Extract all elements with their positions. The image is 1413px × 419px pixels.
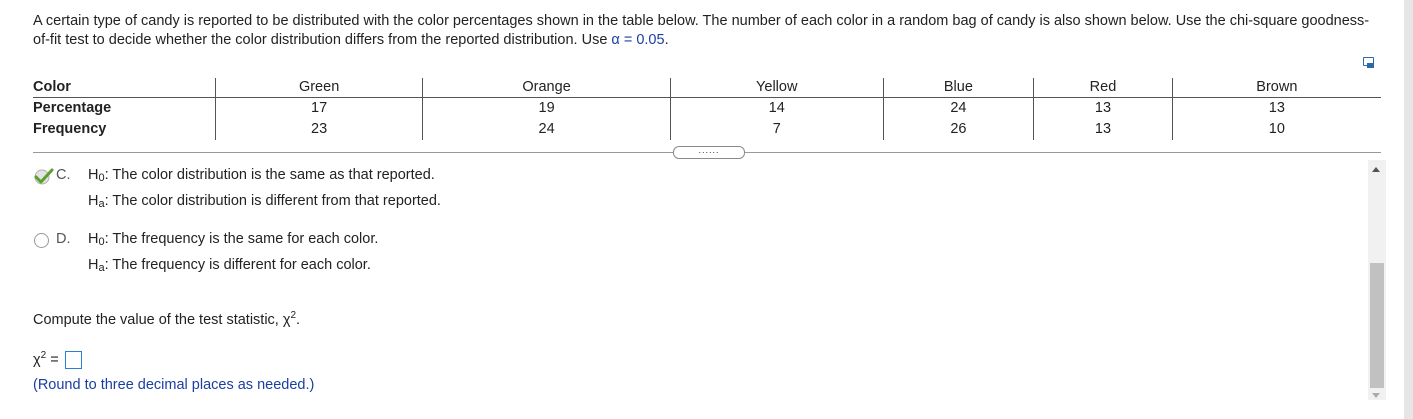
option-letter: D. <box>56 231 71 247</box>
row-header-percentage: Percentage <box>33 100 112 116</box>
window-edge <box>1404 0 1413 419</box>
alpha-value: α = 0.05 <box>611 32 665 48</box>
data-table: Color Green Orange Yellow Blue Red Brown… <box>33 78 1381 140</box>
scroll-up-icon[interactable] <box>1372 167 1380 172</box>
correct-check-icon <box>33 167 55 187</box>
scroll-down-icon[interactable] <box>1372 393 1380 398</box>
null-hypothesis: H0: The frequency is the same for each c… <box>88 231 379 248</box>
h-symbol: H <box>88 167 99 183</box>
alternative-hypothesis: Ha: The color distribution is different … <box>88 193 441 210</box>
frequency-cell: 13 <box>1033 119 1173 140</box>
h-subscript: a <box>98 198 105 210</box>
row-header-color: Color <box>33 78 216 98</box>
color-cell: Blue <box>882 78 1034 98</box>
compute-prompt: Compute the value of the test statistic,… <box>33 310 300 328</box>
chi-symbol: χ <box>33 351 41 368</box>
hypothesis-text: : The color distribution is different fr… <box>104 193 441 209</box>
h-symbol: H <box>88 231 99 247</box>
equals-sign: = <box>46 351 59 368</box>
problem-period: . <box>664 32 669 48</box>
option-d[interactable]: D. H0: The frequency is the same for eac… <box>33 231 633 281</box>
null-hypothesis: H0: The color distribution is the same a… <box>88 167 435 184</box>
problem-text: A certain type of candy is reported to b… <box>33 13 1370 48</box>
option-c[interactable]: C. H0: The color distribution is the sam… <box>33 167 633 217</box>
h-subscript: 0 <box>98 236 105 248</box>
answer-input[interactable] <box>64 351 82 369</box>
h-subscript: a <box>98 262 105 274</box>
table-row-percentage: Percentage 17 19 14 24 13 13 <box>33 97 1381 119</box>
option-letter: C. <box>56 167 71 183</box>
answer-row: χ2 = <box>33 350 82 369</box>
color-cell: Brown <box>1171 78 1381 98</box>
frequency-cell: 23 <box>214 119 423 140</box>
color-cell: Yellow <box>669 78 884 98</box>
problem-statement: A certain type of candy is reported to b… <box>33 12 1378 50</box>
rounding-note: (Round to three decimal places as needed… <box>33 377 315 393</box>
table-row-frequency: Frequency 23 24 7 26 13 10 <box>33 119 1381 140</box>
hypothesis-text: : The color distribution is the same as … <box>104 167 435 183</box>
scrollbar-thumb[interactable] <box>1370 263 1384 388</box>
alternative-hypothesis: Ha: The frequency is different for each … <box>88 257 371 274</box>
percentage-cell: 13 <box>1171 97 1381 119</box>
frequency-cell: 10 <box>1171 119 1381 140</box>
color-cell: Orange <box>422 78 671 98</box>
compute-text: Compute the value of the test statistic, <box>33 311 279 328</box>
frequency-cell: 26 <box>882 119 1034 140</box>
radio-button[interactable] <box>34 233 49 248</box>
frequency-cell: 24 <box>422 119 671 140</box>
frequency-cell: 7 <box>669 119 884 140</box>
compute-period: . <box>296 311 301 328</box>
row-header-frequency: Frequency <box>33 121 107 137</box>
h-symbol: H <box>88 193 99 209</box>
h-subscript: 0 <box>98 172 105 184</box>
popout-icon[interactable] <box>1363 57 1375 69</box>
hypothesis-text: : The frequency is the same for each col… <box>104 231 379 247</box>
percentage-cell: 13 <box>1033 97 1173 119</box>
table-row-color: Color Green Orange Yellow Blue Red Brown <box>33 78 1381 98</box>
expand-button[interactable]: ...... <box>673 146 745 159</box>
hypothesis-text: : The frequency is different for each co… <box>104 257 371 273</box>
color-cell: Green <box>214 78 423 98</box>
percentage-cell: 19 <box>422 97 671 119</box>
color-cell: Red <box>1033 78 1173 98</box>
percentage-cell: 24 <box>882 97 1034 119</box>
h-symbol: H <box>88 257 99 273</box>
percentage-cell: 17 <box>214 97 423 119</box>
percentage-cell: 14 <box>669 97 884 119</box>
